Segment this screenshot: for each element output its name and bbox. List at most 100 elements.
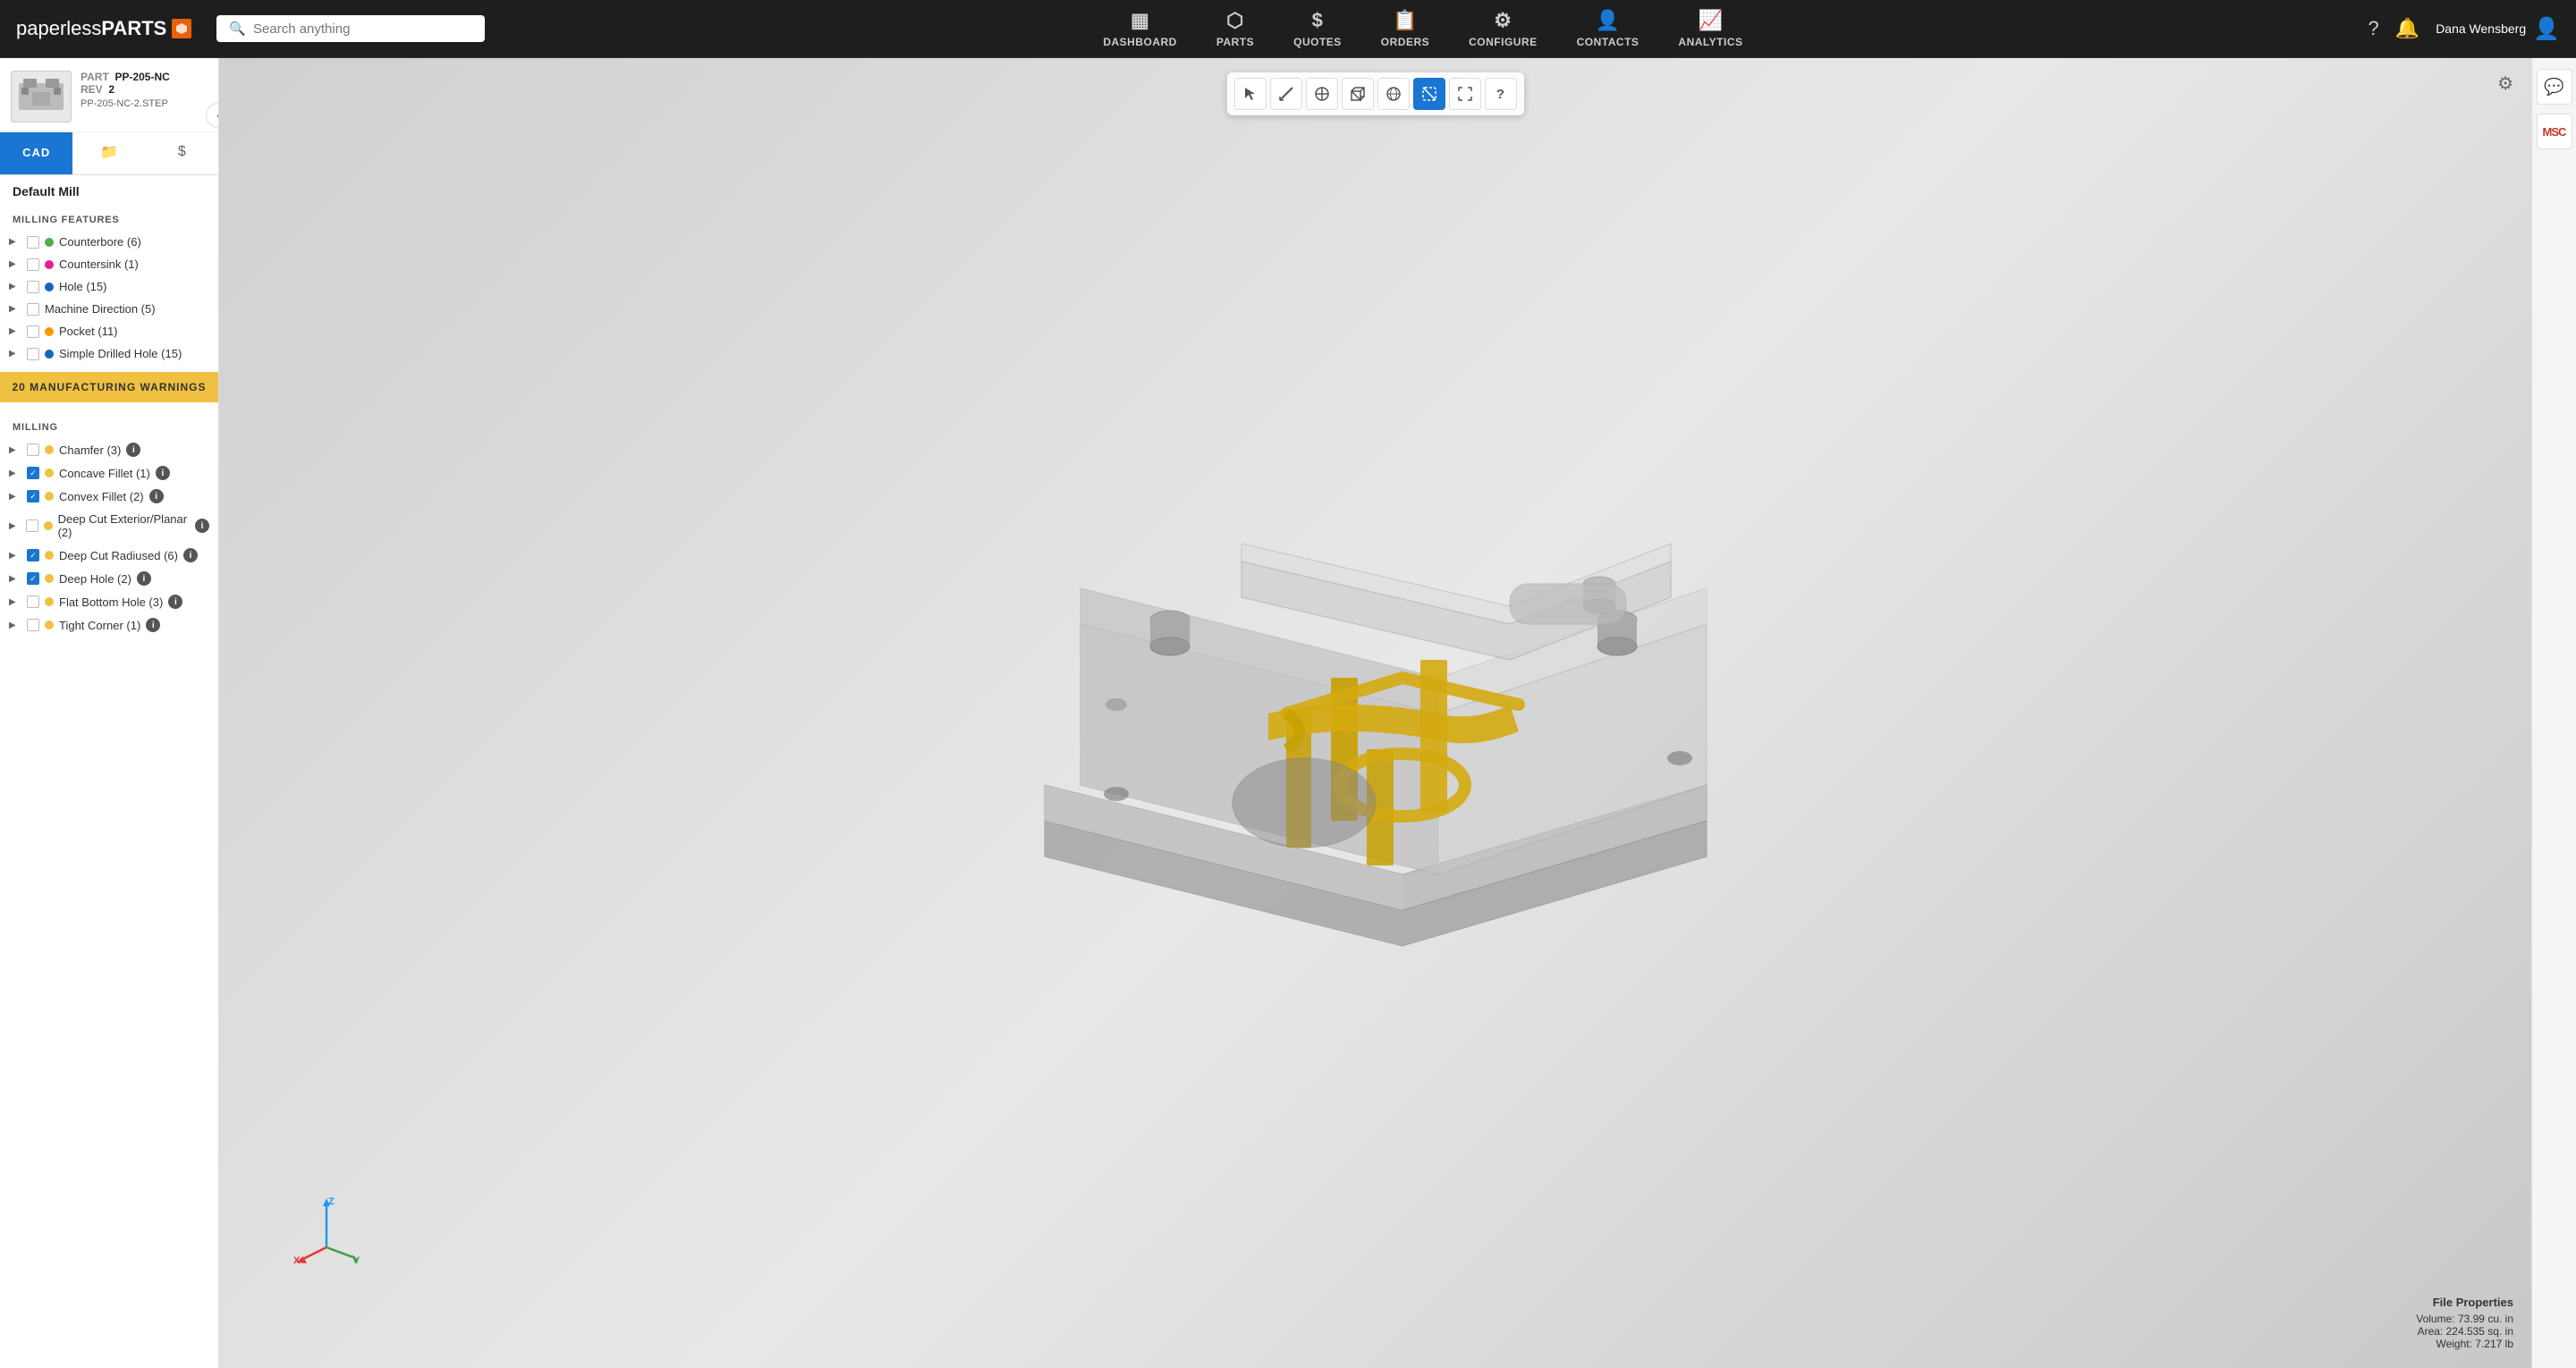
svg-text:X: X (293, 1255, 301, 1265)
nav-dashboard-label: DASHBOARD (1103, 36, 1177, 48)
feature-label: Machine Direction (5) (45, 302, 156, 316)
dot-indicator (45, 238, 54, 247)
tab-bar: CAD 📁 $ (0, 132, 218, 175)
warning-label: Deep Cut Exterior/Planar (2) (58, 512, 190, 539)
list-item[interactable]: ▶ Tight Corner (1) i (0, 613, 218, 637)
tab-files[interactable]: 📁 (72, 132, 145, 174)
orders-icon: 📋 (1393, 9, 1418, 32)
tab-pricing[interactable]: $ (146, 132, 218, 174)
chat-icon-button[interactable]: 💬 (2537, 69, 2572, 105)
warning-label: Concave Fillet (1) (59, 467, 150, 480)
list-item[interactable]: ▶ Machine Direction (5) (0, 298, 218, 320)
parts-icon: ⬡ (1226, 9, 1244, 32)
info-icon[interactable]: i (183, 548, 198, 562)
list-item[interactable]: ▶ Chamfer (3) i (0, 438, 218, 461)
dot-indicator (45, 260, 54, 269)
expand-arrow-icon: ▶ (9, 445, 21, 455)
part-label: PART (80, 71, 109, 83)
info-icon[interactable]: i (168, 595, 182, 609)
search-input[interactable] (253, 21, 472, 37)
warning-checkbox[interactable] (27, 619, 39, 631)
nav-dashboard[interactable]: ▦ DASHBOARD (1083, 2, 1197, 55)
area-label: Area: (2418, 1325, 2444, 1338)
part-info: PART PP-205-NC REV 2 PP-205-NC-2.STEP (80, 71, 170, 109)
warning-checkbox[interactable] (27, 443, 39, 456)
list-item[interactable]: ▶ Deep Cut Radiused (6) i (0, 544, 218, 567)
list-item[interactable]: ▶ Countersink (1) (0, 253, 218, 275)
list-item[interactable]: ▶ Pocket (11) (0, 320, 218, 342)
list-item[interactable]: ▶ Convex Fillet (2) i (0, 485, 218, 508)
feature-checkbox[interactable] (27, 258, 39, 271)
feature-checkbox[interactable] (27, 281, 39, 293)
logo-area: paperlessPARTS (0, 17, 208, 40)
expand-arrow-icon: ▶ (9, 521, 21, 531)
list-item[interactable]: ▶ Deep Cut Exterior/Planar (2) i (0, 508, 218, 544)
expand-arrow-icon: ▶ (9, 574, 21, 584)
volume-label: Volume: (2416, 1313, 2454, 1325)
nav-contacts[interactable]: 👤 CONTACTS (1557, 2, 1659, 55)
feature-checkbox[interactable] (27, 236, 39, 249)
feature-checkbox[interactable] (27, 348, 39, 360)
warning-label: Tight Corner (1) (59, 619, 140, 632)
notifications-icon[interactable]: 🔔 (2395, 17, 2419, 40)
area-value: 224.535 sq. in (2446, 1325, 2513, 1338)
nav-quotes[interactable]: $ QUOTES (1274, 2, 1361, 55)
nav-quotes-label: QUOTES (1293, 36, 1342, 48)
part-header: PART PP-205-NC REV 2 PP-205-NC-2.STEP (0, 58, 218, 132)
warning-checkbox[interactable] (26, 519, 38, 532)
warning-checkbox[interactable] (27, 572, 39, 585)
nav-analytics[interactable]: 📈 ANALYTICS (1658, 2, 1762, 55)
feature-checkbox[interactable] (27, 303, 39, 316)
info-icon[interactable]: i (195, 519, 209, 533)
warning-label: Deep Hole (2) (59, 572, 131, 586)
list-item[interactable]: ▶ Concave Fillet (1) i (0, 461, 218, 485)
sidebar: PART PP-205-NC REV 2 PP-205-NC-2.STEP ‹ … (0, 58, 219, 1368)
nav-items: ▦ DASHBOARD ⬡ PARTS $ QUOTES 📋 ORDERS ⚙ … (494, 2, 2351, 55)
nav-parts-label: PARTS (1216, 36, 1254, 48)
area-row: Area: 224.535 sq. in (2416, 1325, 2513, 1338)
manufacturing-warnings-bar[interactable]: 20 MANUFACTURING WARNINGS (0, 372, 218, 402)
viewer-area: ? ⚙ (219, 58, 2531, 1368)
info-icon[interactable]: i (126, 443, 140, 457)
milling-features-title: MILLING FEATURES (0, 202, 218, 231)
user-name: Dana Wensberg (2436, 21, 2526, 36)
info-icon[interactable]: i (146, 618, 160, 632)
expand-arrow-icon: ▶ (9, 349, 21, 359)
nav-orders[interactable]: 📋 ORDERS (1361, 2, 1449, 55)
msc-icon-button[interactable]: MSC (2537, 114, 2572, 149)
svg-text:Y: Y (353, 1255, 360, 1265)
dot-indicator (45, 492, 54, 501)
tab-cad[interactable]: CAD (0, 132, 72, 174)
expand-arrow-icon: ▶ (9, 326, 21, 336)
quotes-icon: $ (1312, 9, 1324, 32)
warning-checkbox[interactable] (27, 490, 39, 502)
list-item[interactable]: ▶ Hole (15) (0, 275, 218, 298)
nav-orders-label: ORDERS (1381, 36, 1429, 48)
nav-parts[interactable]: ⬡ PARTS (1197, 2, 1274, 55)
dot-indicator (45, 597, 54, 606)
part-thumbnail (11, 71, 72, 122)
list-item[interactable]: ▶ Counterbore (6) (0, 231, 218, 253)
nav-configure[interactable]: ⚙ CONFIGURE (1449, 2, 1557, 55)
file-properties: File Properties Volume: 73.99 cu. in Are… (2416, 1296, 2513, 1350)
info-icon[interactable]: i (137, 571, 151, 586)
default-mill-label: Default Mill (0, 175, 218, 202)
feature-checkbox[interactable] (27, 325, 39, 338)
dot-indicator (45, 350, 54, 359)
volume-value: 73.99 cu. in (2458, 1313, 2513, 1325)
user-area[interactable]: Dana Wensberg 👤 (2436, 16, 2560, 42)
list-item[interactable]: ▶ Simple Drilled Hole (15) (0, 342, 218, 365)
weight-value: 7.217 lb (2475, 1338, 2513, 1350)
warning-label: Deep Cut Radiused (6) (59, 549, 178, 562)
help-icon[interactable]: ? (2368, 17, 2379, 40)
nav-configure-label: CONFIGURE (1469, 36, 1538, 48)
warning-checkbox[interactable] (27, 549, 39, 562)
warning-checkbox[interactable] (27, 467, 39, 479)
info-icon[interactable]: i (156, 466, 170, 480)
list-item[interactable]: ▶ Flat Bottom Hole (3) i (0, 590, 218, 613)
svg-text:Z: Z (328, 1196, 335, 1207)
list-item[interactable]: ▶ Deep Hole (2) i (0, 567, 218, 590)
warning-checkbox[interactable] (27, 595, 39, 608)
search-bar[interactable]: 🔍 (216, 15, 485, 42)
info-icon[interactable]: i (149, 489, 164, 503)
